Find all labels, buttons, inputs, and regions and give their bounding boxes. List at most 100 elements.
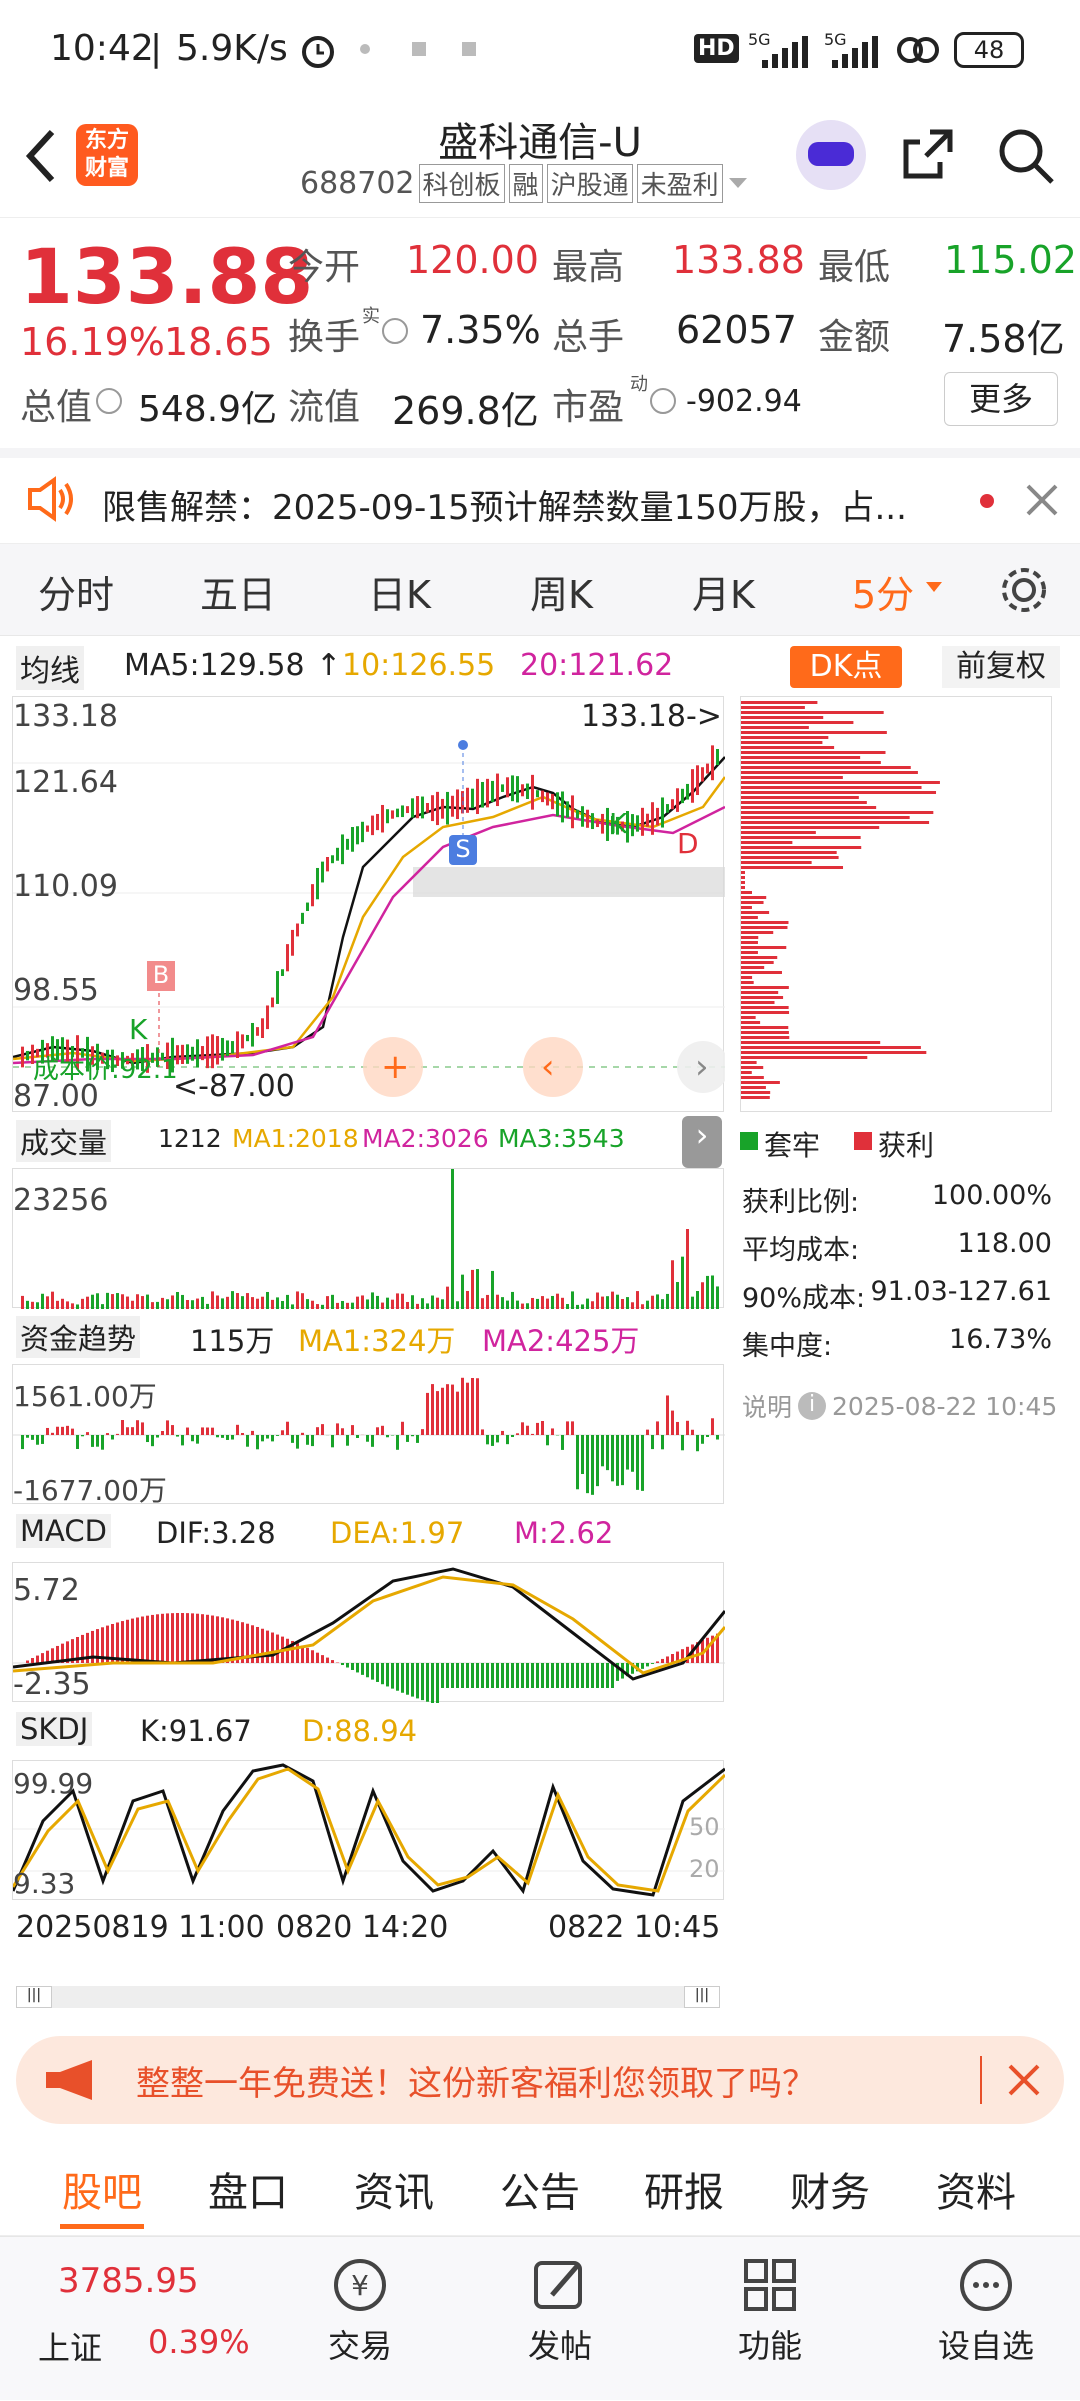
tab-intraday[interactable]: 分时	[38, 564, 114, 619]
sell-marker[interactable]: S	[449, 835, 477, 865]
add-watchlist-button[interactable]: 设自选	[916, 2257, 1056, 2367]
skdj-legend: SKDJ K:91.67 D:88.94	[0, 1710, 730, 1754]
tab-pankou[interactable]: 盘口	[208, 2160, 288, 2218]
hd-badge: HD	[694, 34, 739, 63]
share-icon[interactable]	[900, 126, 956, 182]
tag: 科创板	[419, 164, 505, 203]
tag: 沪股通	[547, 164, 633, 203]
search-icon[interactable]	[996, 126, 1056, 186]
link-icon	[896, 32, 940, 68]
macd-selector[interactable]: MACD	[16, 1514, 111, 1548]
max-price-tag: 133.18->	[581, 699, 722, 734]
open-price: 120.00	[406, 238, 539, 282]
bottom-action-bar: 3785.95 上证 0.39% ¥ 交易 发帖 功能 设自选	[0, 2236, 1080, 2400]
index-ticker[interactable]: 3785.95 上证 0.39%	[0, 2237, 260, 2401]
grid-apps-icon	[740, 2257, 800, 2313]
more-dots-icon	[956, 2257, 1016, 2313]
ma-selector[interactable]: 均线	[16, 646, 84, 690]
chip-bars-svg	[741, 697, 1053, 1113]
pan-left-icon[interactable]: ‹	[541, 1047, 555, 1087]
fund-selector[interactable]: 资金趋势	[16, 1316, 140, 1358]
range-handle-left[interactable]: |||	[16, 1986, 52, 2008]
expand-indicators-button[interactable]: ›	[682, 1116, 722, 1168]
info-icon[interactable]	[96, 388, 122, 414]
tab-finance[interactable]: 财务	[790, 2160, 870, 2218]
content-tabs: 股吧 盘口 资讯 公告 研报 财务 资料	[0, 2144, 1080, 2236]
svg-text:¥: ¥	[351, 2269, 369, 2302]
settings-gear-icon[interactable]	[998, 564, 1050, 616]
time-range-scrollbar[interactable]: ||| |||	[16, 1986, 720, 2008]
square-icon	[462, 42, 476, 56]
close-icon[interactable]	[1024, 482, 1060, 518]
promo-banner[interactable]: 整整一年免费送！这份新客福利您领取了吗？	[16, 2036, 1064, 2124]
tab-weekly-k[interactable]: 周K	[530, 564, 593, 619]
chart-period-tabs: 分时 五日 日K 周K 月K 5分	[0, 544, 1080, 636]
trade-button[interactable]: ¥ 交易	[300, 2257, 420, 2367]
chip-legend: 套牢 获利	[740, 1124, 1070, 1164]
macd-chart[interactable]: 5.72 -2.35	[12, 1562, 724, 1702]
k-marker: K	[609, 807, 627, 840]
k-marker: K	[129, 1013, 147, 1046]
robot-avatar-icon[interactable]	[796, 120, 866, 190]
pe-ratio: -902.94	[686, 384, 802, 419]
volume-legend: 成交量 1212 MA1:2018 MA2:3026 MA3:3543 ›	[0, 1118, 730, 1162]
stock-header: 东方财富 盛科通信-U 688702 科创板 融 沪股通 未盈利	[0, 100, 1080, 218]
crosshair-add-icon[interactable]: +	[381, 1047, 410, 1087]
dk-point-button[interactable]: DK点	[790, 646, 902, 688]
tab-news[interactable]: 资讯	[354, 2160, 434, 2218]
more-button[interactable]: 更多	[944, 372, 1058, 426]
chip-stats: 获利比例:100.00% 平均成本:118.00 90%成本:91.03-127…	[742, 1180, 1052, 1372]
high-price: 133.88	[672, 238, 805, 282]
tab-monthly-k[interactable]: 月K	[692, 564, 755, 619]
buy-marker[interactable]: B	[147, 961, 175, 991]
skdj-chart[interactable]: 99.99 9.33 50 20	[12, 1760, 724, 1900]
d-marker: D	[677, 827, 699, 860]
ma-legend: 均线 MA5:129.58 ↑ 10:126.55 20:121.62 DK点 …	[0, 646, 1080, 690]
dropdown-icon	[924, 580, 944, 594]
volume-selector[interactable]: 成交量	[16, 1120, 111, 1162]
chip-distribution[interactable]	[740, 696, 1052, 1112]
yen-coin-icon: ¥	[330, 2257, 390, 2313]
amount: 7.58亿	[942, 308, 1065, 363]
info-icon[interactable]	[650, 388, 676, 414]
market-cap: 548.9亿	[138, 380, 277, 432]
skdj-selector[interactable]: SKDJ	[16, 1712, 92, 1746]
cost-price-tag: 成本价:92.1	[33, 1049, 178, 1086]
tab-announcement[interactable]: 公告	[500, 2160, 580, 2218]
alarm-icon	[298, 30, 338, 70]
tab-five-day[interactable]: 五日	[200, 564, 276, 619]
min-price-tag: <-87.00	[173, 1069, 295, 1104]
megaphone-icon	[42, 2058, 102, 2102]
dropdown-icon[interactable]	[727, 174, 749, 194]
status-time: 10:42	[50, 28, 154, 69]
candles	[21, 745, 719, 1072]
float-cap: 269.8亿	[392, 380, 539, 435]
close-icon[interactable]	[1006, 2062, 1042, 2098]
pan-right-icon[interactable]: ›	[695, 1047, 709, 1087]
adjust-button[interactable]: 前复权	[942, 646, 1060, 688]
tag: 融	[509, 164, 543, 203]
tab-profile[interactable]: 资料	[936, 2160, 1016, 2218]
abs-change: 18.65	[164, 320, 273, 364]
volume-chart[interactable]: 23256	[12, 1168, 724, 1308]
low-price: 115.02	[944, 238, 1077, 282]
function-button[interactable]: 功能	[710, 2257, 830, 2367]
tab-research[interactable]: 研报	[644, 2160, 724, 2218]
unlock-notice[interactable]: 限售解禁：2025-09-15预计解禁数量150万股，占...	[0, 448, 1080, 544]
info-icon[interactable]	[382, 318, 408, 344]
tab-5min[interactable]: 5分	[852, 564, 914, 619]
kline-chart[interactable]: 133.18 121.64 110.09 98.55 87.00 133.18-…	[12, 696, 724, 1112]
info-icon: i	[798, 1392, 826, 1420]
chip-note[interactable]: 说明i2025-08-22 10:45	[742, 1388, 1057, 1424]
notice-text: 限售解禁：2025-09-15预计解禁数量150万股，占...	[102, 480, 907, 529]
tab-daily-k[interactable]: 日K	[368, 564, 431, 619]
range-handle-right[interactable]: |||	[684, 1986, 720, 2008]
post-button[interactable]: 发帖	[500, 2257, 620, 2367]
tab-guba[interactable]: 股吧	[62, 2160, 142, 2218]
total-volume: 62057	[676, 308, 797, 352]
speaker-icon	[26, 476, 76, 522]
dot-icon	[360, 44, 370, 54]
unread-dot	[980, 494, 994, 508]
tag: 未盈利	[637, 164, 723, 203]
fund-chart[interactable]: 1561.00万 -1677.00万	[12, 1364, 724, 1504]
